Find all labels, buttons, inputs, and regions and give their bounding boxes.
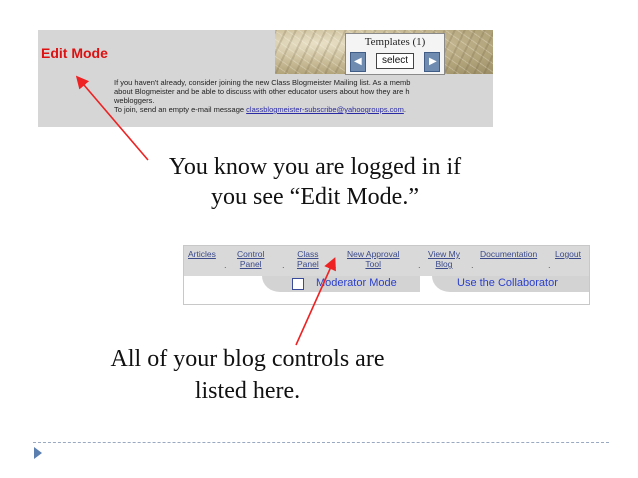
nav-separator: . bbox=[418, 261, 421, 270]
bullet-triangle-icon bbox=[34, 447, 42, 459]
nav-separator: . bbox=[334, 261, 337, 270]
nav-documentation[interactable]: Documentation bbox=[480, 249, 537, 259]
nav-view-my-blog-line2: Blog bbox=[435, 259, 453, 269]
caption-blog-controls: All of your blog controls are listed her… bbox=[50, 343, 445, 407]
templates-title: Templates (1) bbox=[364, 36, 426, 48]
edit-mode-screenshot: Edit Mode Templates (1) ◀ select ▶ If yo… bbox=[38, 30, 493, 127]
nav-control-panel[interactable]: Control Panel bbox=[237, 249, 264, 269]
nav-control-panel-line2: Panel bbox=[239, 259, 262, 269]
templates-box: Templates (1) ◀ select ▶ bbox=[345, 33, 445, 75]
nav-view-my-blog-line1: View My bbox=[428, 249, 460, 259]
arrow-right-icon[interactable]: ▶ bbox=[424, 52, 440, 72]
blog-controls-screenshot: Articles . Control Panel . Class Panel .… bbox=[183, 245, 590, 305]
select-button[interactable]: select bbox=[376, 53, 414, 69]
arrow-left-icon[interactable]: ◀ bbox=[350, 52, 366, 72]
moderator-mode-link[interactable]: Moderator Mode bbox=[316, 277, 397, 289]
nav-class-panel[interactable]: Class Panel bbox=[297, 249, 319, 269]
nav-logout-line1: Logout bbox=[555, 249, 581, 259]
control-nav-bar: Articles . Control Panel . Class Panel .… bbox=[184, 246, 589, 276]
nav-separator: . bbox=[224, 261, 227, 270]
nav-new-approval-tool-line2: Tool bbox=[365, 259, 382, 269]
mode-tab-row: Moderator Mode Use the Collaborator bbox=[184, 276, 589, 292]
nav-logout[interactable]: Logout bbox=[555, 249, 581, 259]
nav-class-panel-line1: Class bbox=[297, 249, 319, 259]
nav-class-panel-line2: Panel bbox=[297, 259, 319, 269]
mail-line-4-suffix: . bbox=[403, 105, 406, 114]
caption-bottom-line-2: listed here. bbox=[194, 378, 301, 404]
nav-articles[interactable]: Articles bbox=[188, 249, 216, 259]
nav-articles-line1: Articles bbox=[188, 249, 216, 259]
checkbox-icon[interactable] bbox=[292, 278, 304, 290]
mail-line-4-text: To join, send an empty e-mail message bbox=[114, 105, 247, 114]
mail-line-1: If you haven't already, consider joining… bbox=[114, 78, 411, 87]
nav-control-panel-line1: Control bbox=[237, 249, 265, 259]
mailing-list-message: If you haven't already, consider joining… bbox=[114, 78, 493, 114]
caption-top-line-2: you see “Edit Mode.” bbox=[211, 184, 419, 210]
nav-new-approval-tool-line1: New Approval bbox=[347, 249, 400, 259]
nav-new-approval-tool[interactable]: New Approval Tool bbox=[347, 249, 399, 269]
caption-top-line-1: You know you are logged in if bbox=[168, 154, 462, 180]
mail-line-2: about Blogmeister and be able to discuss… bbox=[114, 87, 410, 96]
mail-line-3: webloggers. bbox=[114, 96, 155, 105]
nav-documentation-line1: Documentation bbox=[480, 249, 538, 259]
use-collaborator-link[interactable]: Use the Collaborator bbox=[457, 277, 558, 289]
caption-bottom-line-1: All of your blog controls are bbox=[110, 346, 385, 372]
mail-line-4: To join, send an empty e-mail message cl… bbox=[114, 105, 493, 114]
nav-separator: . bbox=[548, 261, 551, 270]
caption-logged-in: You know you are logged in if you see “E… bbox=[100, 152, 530, 212]
nav-view-my-blog[interactable]: View My Blog bbox=[428, 249, 460, 269]
nav-separator: . bbox=[282, 261, 285, 270]
nav-separator: . bbox=[471, 261, 474, 270]
edit-mode-label: Edit Mode bbox=[41, 45, 108, 61]
subscribe-email-link[interactable]: classblogmeister-subscribe@yahoogroups.c… bbox=[246, 105, 404, 114]
footer-divider bbox=[33, 442, 609, 443]
